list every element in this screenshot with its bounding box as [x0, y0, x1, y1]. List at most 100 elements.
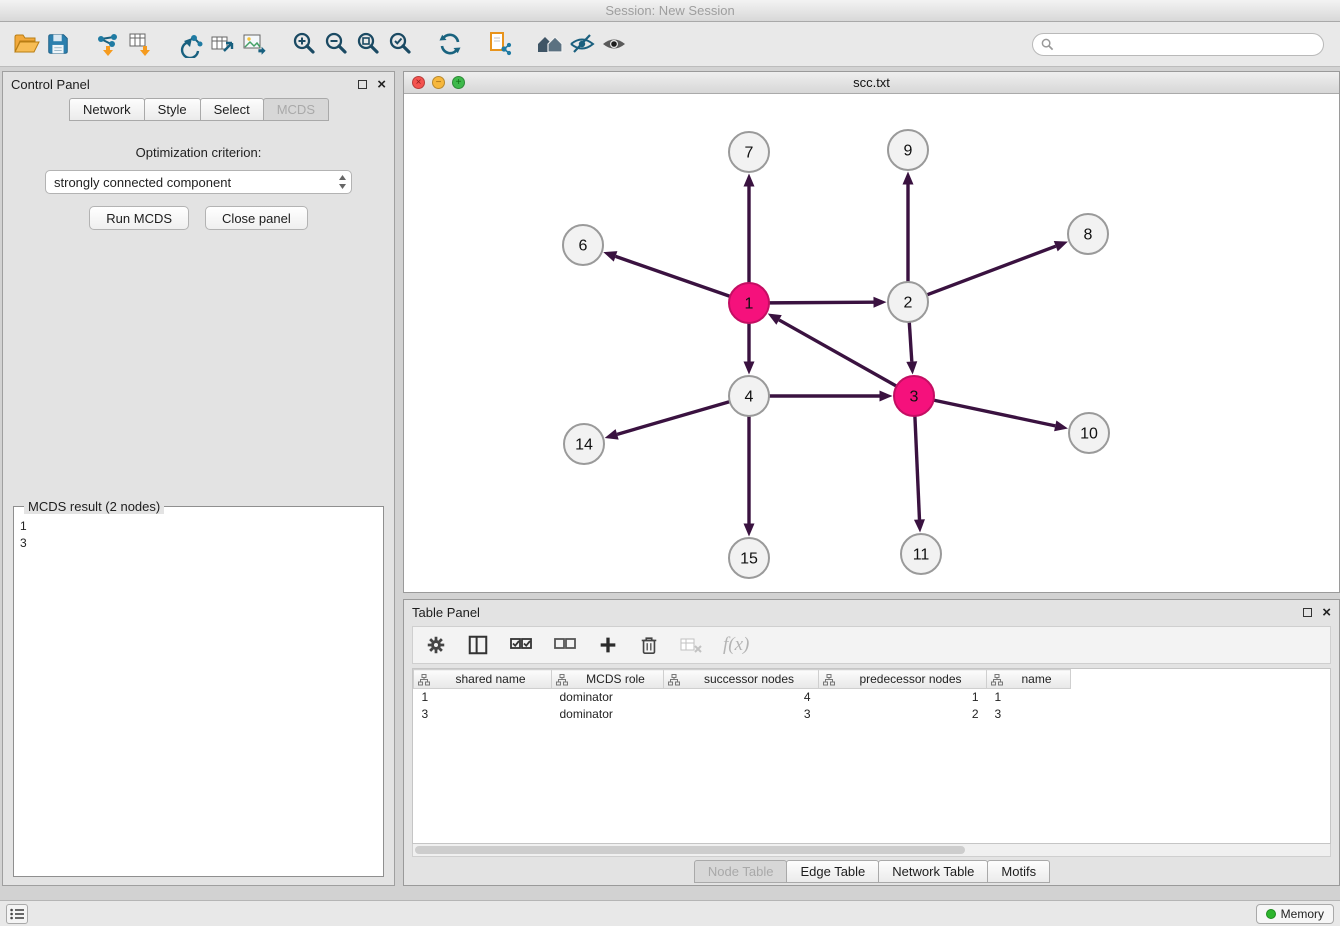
- search-box: [1032, 33, 1324, 56]
- search-input[interactable]: [1059, 37, 1315, 51]
- column-header-mcds-role[interactable]: MCDS role: [552, 670, 664, 689]
- zoom-out-button[interactable]: [320, 28, 352, 60]
- table-panel-title: Table Panel: [412, 605, 480, 620]
- graph-edge-2-3[interactable]: [909, 322, 912, 362]
- show-task-history-button[interactable]: [6, 904, 28, 924]
- table-row[interactable]: 3dominator323: [414, 706, 1071, 723]
- column-header-shared-name[interactable]: shared name: [414, 670, 552, 689]
- right-column: × − + scc.txt 7968124314101511 Table Pan…: [403, 71, 1340, 886]
- close-panel-icon[interactable]: ×: [1322, 605, 1331, 620]
- float-panel-icon[interactable]: [358, 80, 367, 89]
- tab-style[interactable]: Style: [144, 98, 201, 121]
- main-toolbar: [0, 22, 1340, 67]
- tab-network-table[interactable]: Network Table: [878, 860, 988, 883]
- column-header-successor-nodes[interactable]: successor nodes: [664, 670, 819, 689]
- graph-edge-1-6[interactable]: [616, 256, 731, 296]
- zoom-selected-button[interactable]: [384, 28, 416, 60]
- graph-edge-3-10[interactable]: [934, 400, 1056, 426]
- edge-arrowhead: [1054, 420, 1068, 431]
- graph-edge-4-14[interactable]: [617, 402, 730, 435]
- zoom-selected-icon: [387, 31, 414, 58]
- deselect-all-columns-button[interactable]: [553, 632, 577, 658]
- edge-arrowhead: [744, 362, 755, 375]
- horizontal-scrollbar[interactable]: [412, 844, 1331, 857]
- column-type-icon: [668, 674, 680, 689]
- control-panel-title: Control Panel: [11, 77, 90, 92]
- tab-mcds[interactable]: MCDS: [263, 98, 329, 121]
- refresh-view-button[interactable]: [434, 28, 466, 60]
- open-file-button[interactable]: [10, 28, 42, 60]
- column-header-predecessor-nodes[interactable]: predecessor nodes: [819, 670, 987, 689]
- table-cell: 1: [819, 689, 987, 706]
- table-settings-button[interactable]: [425, 632, 447, 658]
- table-row[interactable]: 1dominator411: [414, 689, 1071, 706]
- tab-select[interactable]: Select: [200, 98, 264, 121]
- refresh-icon: [436, 30, 464, 58]
- table-cell: 3: [664, 706, 819, 723]
- mcds-result-box[interactable]: MCDS result (2 nodes) 13: [13, 499, 384, 877]
- graph-edge-1-2[interactable]: [769, 302, 874, 303]
- run-mcds-button[interactable]: Run MCDS: [89, 206, 189, 230]
- application-window: Session: New Session: [0, 0, 1340, 926]
- column-header-name[interactable]: name: [987, 670, 1071, 689]
- show-graphics-details-button[interactable]: [598, 28, 630, 60]
- zoom-fit-button[interactable]: [352, 28, 384, 60]
- column-panel-icon: [467, 634, 489, 656]
- graph-node-label: 11: [913, 547, 930, 564]
- column-type-icon: [418, 674, 430, 689]
- float-panel-icon[interactable]: [1303, 608, 1312, 617]
- select-all-columns-button[interactable]: [509, 632, 533, 658]
- tab-motifs[interactable]: Motifs: [987, 860, 1050, 883]
- mcds-result-line: 1: [20, 518, 377, 535]
- import-network-button[interactable]: [92, 28, 124, 60]
- graph-edge-2-8[interactable]: [927, 246, 1056, 295]
- list-icon: [10, 908, 24, 920]
- graph-edge-3-11[interactable]: [915, 416, 920, 520]
- status-bar: Memory: [0, 900, 1340, 926]
- dropdown-arrows-icon: [338, 174, 347, 190]
- delete-table-button-disabled: [679, 632, 703, 658]
- export-image-button[interactable]: [238, 28, 270, 60]
- delete-column-button[interactable]: [639, 632, 659, 658]
- graph-edge-3-1[interactable]: [779, 320, 897, 386]
- mcds-buttons: Run MCDS Close panel: [89, 206, 307, 230]
- memory-button[interactable]: Memory: [1256, 904, 1334, 924]
- import-table-button[interactable]: [124, 28, 156, 60]
- optimization-dropdown[interactable]: strongly connected component: [45, 170, 352, 194]
- hide-selected-button[interactable]: [566, 28, 598, 60]
- table-panel-tabs: Node Table Edge Table Network Table Moti…: [404, 857, 1339, 885]
- tab-edge-table[interactable]: Edge Table: [786, 860, 879, 883]
- edge-arrowhead: [903, 172, 914, 185]
- graph-node-label: 14: [575, 437, 593, 454]
- network-view-window: × − + scc.txt 7968124314101511: [403, 71, 1340, 593]
- zoom-window-button[interactable]: +: [452, 76, 465, 89]
- tab-node-table[interactable]: Node Table: [694, 860, 788, 883]
- export-table-button[interactable]: [206, 28, 238, 60]
- first-neighbors-button[interactable]: [534, 28, 566, 60]
- edge-arrowhead: [744, 174, 755, 187]
- close-panel-icon[interactable]: ×: [377, 77, 386, 92]
- minimize-window-button[interactable]: −: [432, 76, 445, 89]
- close-window-button[interactable]: ×: [412, 76, 425, 89]
- scrollbar-thumb[interactable]: [415, 846, 965, 854]
- create-column-button[interactable]: [597, 632, 619, 658]
- close-panel-button[interactable]: Close panel: [205, 206, 308, 230]
- table-toolbar: f(x): [412, 626, 1331, 664]
- table-cell: dominator: [552, 706, 664, 723]
- open-folder-icon: [12, 30, 40, 58]
- show-column-panel-button[interactable]: [467, 632, 489, 658]
- network-canvas[interactable]: 7968124314101511: [404, 94, 1339, 592]
- new-network-from-selection-button[interactable]: [174, 28, 206, 60]
- tab-network[interactable]: Network: [69, 98, 145, 121]
- save-session-button[interactable]: [42, 28, 74, 60]
- edge-arrowhead: [603, 251, 617, 261]
- edge-arrowhead: [1054, 241, 1068, 251]
- graph-node-label: 2: [904, 295, 913, 312]
- zoom-in-button[interactable]: [288, 28, 320, 60]
- table-cell: dominator: [552, 689, 664, 706]
- copy-network-view-button[interactable]: [484, 28, 516, 60]
- zoom-out-icon: [323, 31, 350, 58]
- table-cell: 3: [987, 706, 1071, 723]
- copy-view-icon: [486, 30, 514, 58]
- edge-arrowhead: [605, 429, 619, 440]
